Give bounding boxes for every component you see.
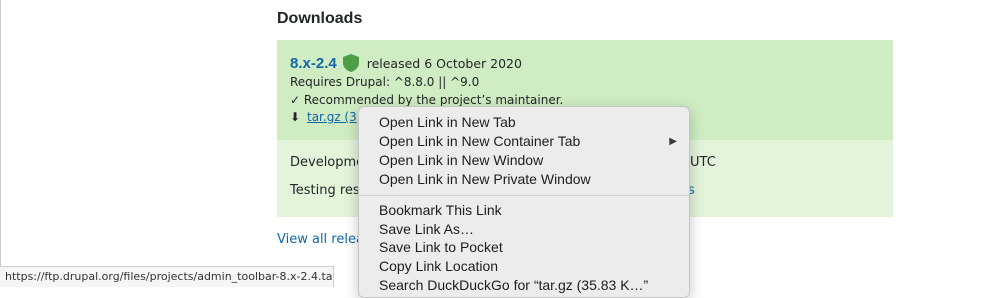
requires-drupal: Requires Drupal: ^8.8.0 || ^9.0	[290, 75, 480, 89]
shield-icon	[342, 54, 359, 72]
menu-item-label: Bookmark This Link	[379, 202, 502, 218]
menu-open-new-window[interactable]: Open Link in New Window	[379, 151, 679, 170]
download-targz-link[interactable]: tar.gz (3	[307, 110, 357, 124]
menu-open-private-window[interactable]: Open Link in New Private Window	[379, 170, 679, 189]
menu-separator	[359, 195, 689, 196]
menu-item-label: Save Link As…	[379, 221, 474, 237]
menu-item-label: Open Link in New Container Tab	[379, 133, 581, 149]
chevron-right-icon: ▶	[669, 136, 677, 147]
recommended-note: ✓ Recommended by the project’s maintaine…	[290, 93, 564, 107]
window-edge	[0, 0, 1, 287]
menu-open-container-tab[interactable]: Open Link in New Container Tab ▶	[379, 132, 679, 151]
menu-item-label: Save Link to Pocket	[379, 239, 503, 255]
downloads-heading: Downloads	[277, 10, 363, 27]
menu-copy-link-location[interactable]: Copy Link Location	[379, 257, 679, 276]
download-arrow-icon: ⬇	[290, 110, 301, 124]
menu-save-to-pocket[interactable]: Save Link to Pocket	[379, 238, 679, 257]
download-row: ⬇ tar.gz (3	[290, 110, 357, 124]
menu-search-duckduckgo[interactable]: Search DuckDuckGo for “tar.gz (35.83 K…”	[379, 276, 679, 295]
testing-label: Testing res	[290, 183, 360, 198]
release-date: released 6 October 2020	[366, 55, 522, 71]
context-menu: Open Link in New Tab Open Link in New Co…	[358, 106, 690, 298]
menu-item-label: Copy Link Location	[379, 258, 499, 274]
menu-item-label: Open Link in New Window	[379, 152, 544, 168]
view-all-releases-link[interactable]: View all relea	[277, 232, 364, 247]
release-header: 8.x-2.4 released 6 October 2020	[290, 52, 522, 74]
menu-item-label: Search DuckDuckGo for “tar.gz (35.83 K…”	[379, 277, 649, 293]
status-bar-url: https://ftp.drupal.org/files/projects/ad…	[0, 266, 334, 287]
development-time-tail: UTC	[690, 155, 716, 170]
menu-open-new-tab[interactable]: Open Link in New Tab	[379, 113, 679, 132]
development-label: Developme	[290, 155, 365, 170]
menu-item-label: Open Link in New Tab	[379, 114, 516, 130]
menu-bookmark-link[interactable]: Bookmark This Link	[379, 201, 679, 220]
menu-item-label: Open Link in New Private Window	[379, 171, 591, 187]
menu-save-link-as[interactable]: Save Link As…	[379, 220, 679, 239]
version-link[interactable]: 8.x-2.4	[290, 55, 337, 72]
